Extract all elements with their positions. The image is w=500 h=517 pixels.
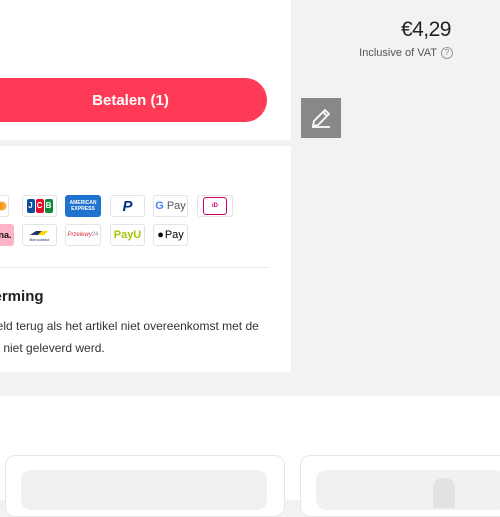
vat-label: Inclusive of VAT [359,47,437,59]
ideal-icon: iD [197,195,233,217]
help-icon[interactable]: ? [441,47,453,59]
product-image-shape [433,478,455,508]
pencil-icon [312,109,330,128]
google-pay-icon: G Pay [153,195,188,217]
product-image-placeholder [21,470,267,510]
buyer-protection-text: geld terug als het artikel niet overeenk… [0,315,280,359]
pay-button[interactable]: Betalen (1) [0,78,267,122]
przelewy24-icon: Przelewy 24 [65,224,101,246]
jcb-icon: J C B [22,195,57,217]
buyer-protection-heading: cherming [0,288,44,305]
bancontact-icon: Bancontact [22,224,57,246]
amex-icon: AMERICAN EXPRESS [65,195,101,217]
klarna-icon: na. [0,224,14,246]
payu-icon: PayU [110,224,145,246]
edit-button[interactable] [301,98,341,138]
paypal-icon: P [110,195,145,217]
section-divider [0,267,269,268]
buyer-protection-line-2: of niet geleverd werd. [0,341,105,355]
vat-note: Inclusive of VAT ? [359,47,453,59]
apple-pay-icon: ● Pay [153,224,188,246]
mastercard-icon [0,195,9,217]
total-price: €4,29 [400,18,452,41]
buyer-protection-line-1: geld terug als het artikel niet overeenk… [0,319,259,333]
product-image [316,470,500,510]
